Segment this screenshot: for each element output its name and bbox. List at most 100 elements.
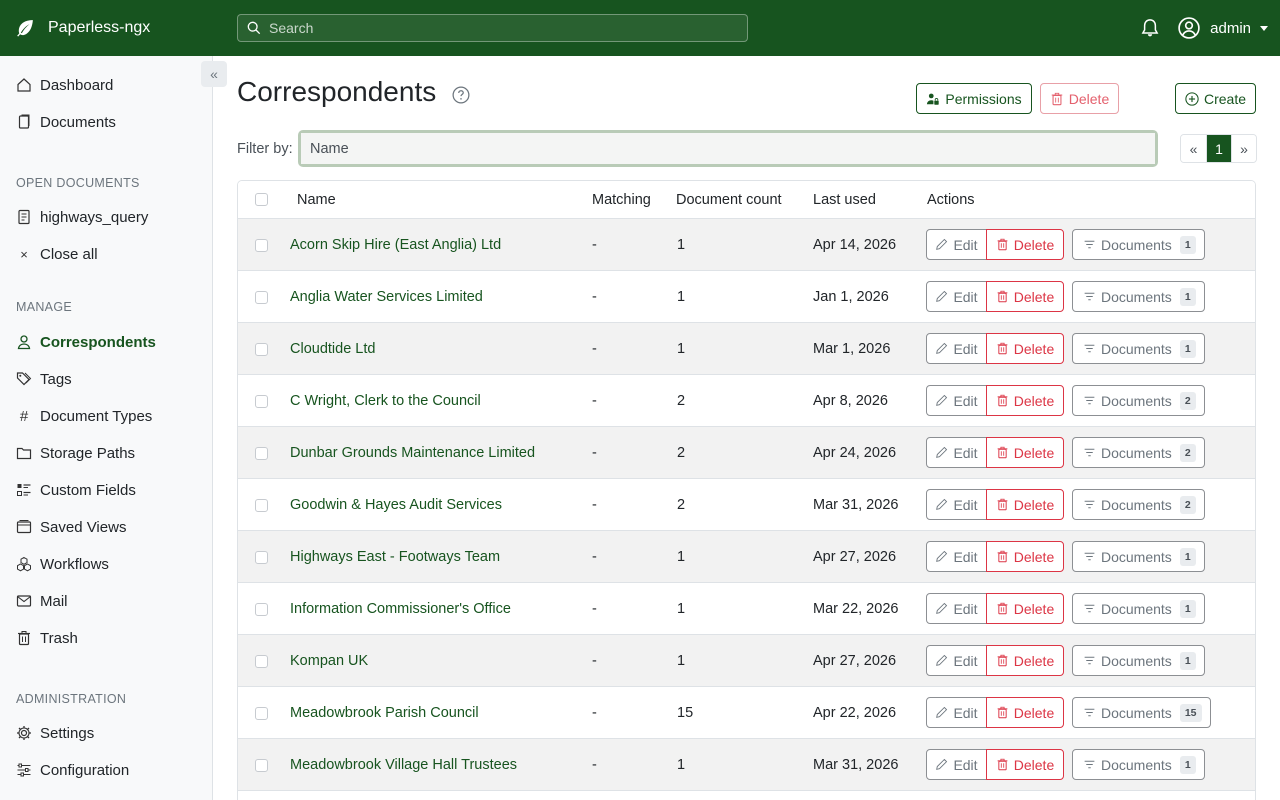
correspondent-name-link[interactable]: Goodwin & Hayes Audit Services bbox=[290, 497, 502, 513]
table-row: Meadowbrook Village Hall Trustees - 1 Mar 3… bbox=[238, 739, 1255, 791]
edit-button[interactable]: Edit bbox=[926, 385, 987, 416]
row-checkbox[interactable] bbox=[255, 551, 268, 564]
sidebar-item-settings[interactable]: Settings bbox=[16, 721, 94, 745]
delete-button[interactable]: Delete bbox=[986, 385, 1064, 416]
column-header-last-used[interactable]: Last used bbox=[813, 192, 876, 208]
filter-icon bbox=[1084, 292, 1095, 301]
row-checkbox[interactable] bbox=[255, 499, 268, 512]
sidebar-item-configuration[interactable]: Configuration bbox=[16, 758, 129, 782]
delete-button[interactable]: Delete bbox=[986, 541, 1064, 572]
bell-icon[interactable] bbox=[1140, 18, 1160, 38]
row-checkbox[interactable] bbox=[255, 239, 268, 252]
sidebar-item-tags[interactable]: Tags bbox=[16, 367, 72, 391]
documents-button[interactable]: Documents 2 bbox=[1072, 385, 1205, 416]
sidebar-item-correspondents[interactable]: Correspondents bbox=[16, 330, 156, 354]
brand[interactable]: Paperless-ngx bbox=[0, 19, 237, 37]
select-all-checkbox[interactable] bbox=[255, 193, 268, 206]
correspondent-name-link[interactable]: Anglia Water Services Limited bbox=[290, 289, 483, 305]
documents-label: Documents bbox=[1101, 236, 1172, 253]
column-header-matching[interactable]: Matching bbox=[592, 192, 651, 208]
correspondent-name-link[interactable]: C Wright, Clerk to the Council bbox=[290, 393, 481, 409]
edit-label: Edit bbox=[953, 548, 978, 565]
delete-button[interactable]: Delete bbox=[986, 229, 1064, 260]
documents-button[interactable]: Documents 15 bbox=[1072, 697, 1211, 728]
edit-button[interactable]: Edit bbox=[926, 333, 987, 364]
edit-button[interactable]: Edit bbox=[926, 489, 987, 520]
delete-button[interactable]: Delete bbox=[986, 437, 1064, 468]
document-count-value: 1 bbox=[677, 549, 686, 565]
pagination-page-1[interactable]: 1 bbox=[1206, 135, 1231, 162]
permissions-button[interactable]: Permissions bbox=[916, 83, 1032, 114]
documents-button[interactable]: Documents 1 bbox=[1072, 593, 1205, 624]
documents-button[interactable]: Documents 1 bbox=[1072, 281, 1205, 312]
correspondent-name-link[interactable]: Meadowbrook Parish Council bbox=[290, 705, 479, 721]
delete-label: Delete bbox=[1013, 496, 1055, 513]
correspondent-name-link[interactable]: Meadowbrook Village Hall Trustees bbox=[290, 757, 517, 773]
sidebar-item-mail[interactable]: Mail bbox=[16, 589, 68, 613]
filter-name-input[interactable] bbox=[301, 133, 1155, 164]
delete-button[interactable]: Delete bbox=[986, 333, 1064, 364]
row-checkbox[interactable] bbox=[255, 291, 268, 304]
pagination-next[interactable]: » bbox=[1231, 135, 1256, 162]
correspondent-name-link[interactable]: Cloudtide Ltd bbox=[290, 341, 375, 357]
edit-button[interactable]: Edit bbox=[926, 281, 987, 312]
column-header-document-count[interactable]: Document count bbox=[676, 192, 782, 208]
sidebar-item-close-all[interactable]: × Close all bbox=[16, 242, 97, 266]
row-checkbox[interactable] bbox=[255, 655, 268, 668]
edit-button[interactable]: Edit bbox=[926, 541, 987, 572]
edit-button[interactable]: Edit bbox=[926, 749, 987, 780]
bulk-delete-button[interactable]: Delete bbox=[1040, 83, 1119, 114]
sidebar-item-saved-views[interactable]: Saved Views bbox=[16, 515, 126, 539]
row-checkbox[interactable] bbox=[255, 395, 268, 408]
correspondent-name-link[interactable]: Highways East - Footways Team bbox=[290, 549, 500, 565]
documents-button[interactable]: Documents 2 bbox=[1072, 437, 1205, 468]
row-checkbox[interactable] bbox=[255, 447, 268, 460]
global-search[interactable] bbox=[237, 14, 748, 42]
delete-button[interactable]: Delete bbox=[986, 281, 1064, 312]
correspondent-name-link[interactable]: Acorn Skip Hire (East Anglia) Ltd bbox=[290, 237, 501, 253]
correspondent-name-link[interactable]: Dunbar Grounds Maintenance Limited bbox=[290, 445, 535, 461]
row-checkbox[interactable] bbox=[255, 707, 268, 720]
column-header-name[interactable]: Name bbox=[297, 192, 336, 208]
user-menu[interactable]: admin bbox=[1178, 17, 1268, 39]
edit-button[interactable]: Edit bbox=[926, 437, 987, 468]
edit-button[interactable]: Edit bbox=[926, 229, 987, 260]
delete-button[interactable]: Delete bbox=[986, 489, 1064, 520]
envelope-icon bbox=[16, 593, 32, 609]
edit-button[interactable]: Edit bbox=[926, 593, 987, 624]
edit-button[interactable]: Edit bbox=[926, 645, 987, 676]
documents-button[interactable]: Documents 1 bbox=[1072, 749, 1205, 780]
correspondent-name-link[interactable]: Information Commissioner's Office bbox=[290, 601, 511, 617]
sidebar-item-open-document[interactable]: highways_query bbox=[16, 205, 148, 229]
create-button[interactable]: Create bbox=[1175, 83, 1256, 114]
delete-button[interactable]: Delete bbox=[986, 645, 1064, 676]
documents-button[interactable]: Documents 1 bbox=[1072, 645, 1205, 676]
sidebar-item-document-types[interactable]: # Document Types bbox=[16, 404, 152, 428]
collapse-sidebar-button[interactable]: « bbox=[201, 61, 227, 87]
documents-button[interactable]: Documents 1 bbox=[1072, 333, 1205, 364]
sidebar-item-workflows[interactable]: Workflows bbox=[16, 552, 109, 576]
sidebar-item-custom-fields[interactable]: Custom Fields bbox=[16, 478, 136, 502]
documents-button[interactable]: Documents 1 bbox=[1072, 229, 1205, 260]
documents-button[interactable]: Documents 2 bbox=[1072, 489, 1205, 520]
row-checkbox[interactable] bbox=[255, 603, 268, 616]
delete-button[interactable]: Delete bbox=[986, 697, 1064, 728]
pagination-prev[interactable]: « bbox=[1181, 135, 1206, 162]
correspondent-name-link[interactable]: Kompan UK bbox=[290, 653, 368, 669]
sidebar-item-documents[interactable]: Documents bbox=[16, 110, 116, 134]
delete-button[interactable]: Delete bbox=[986, 749, 1064, 780]
search-input[interactable] bbox=[269, 20, 729, 36]
edit-button[interactable]: Edit bbox=[926, 697, 987, 728]
filter-field[interactable] bbox=[298, 130, 1158, 167]
delete-button[interactable]: Delete bbox=[986, 593, 1064, 624]
sidebar-item-label: Configuration bbox=[40, 761, 130, 779]
pencil-icon bbox=[936, 498, 948, 510]
sidebar-item-storage-paths[interactable]: Storage Paths bbox=[16, 441, 135, 465]
documents-button[interactable]: Documents 1 bbox=[1072, 541, 1205, 572]
sidebar-item-trash[interactable]: Trash bbox=[16, 626, 78, 650]
sidebar-item-dashboard[interactable]: Dashboard bbox=[16, 73, 113, 97]
table-row: Information Commissioner's Office - 1 Mar 2… bbox=[238, 583, 1255, 635]
question-circle-icon[interactable] bbox=[452, 86, 470, 104]
row-checkbox[interactable] bbox=[255, 343, 268, 356]
row-checkbox[interactable] bbox=[255, 759, 268, 772]
